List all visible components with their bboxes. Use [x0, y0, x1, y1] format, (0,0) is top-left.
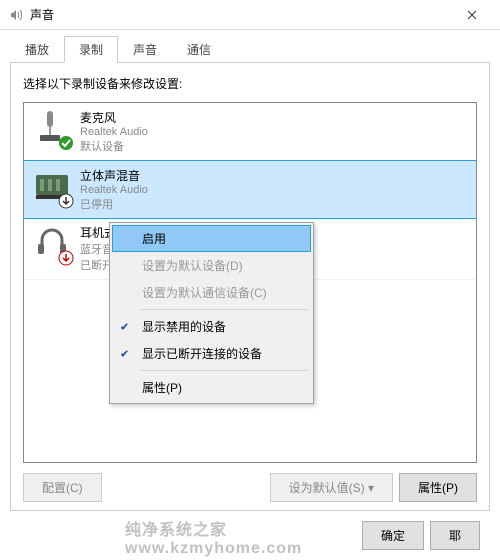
device-status: 已停用: [80, 196, 148, 212]
sound-icon: [8, 7, 24, 23]
device-vendor: Realtek Audio: [80, 184, 148, 196]
tab-bar: 播放 录制 声音 通信: [10, 36, 490, 63]
menu-show-disabled[interactable]: ✔ 显示禁用的设备: [112, 313, 311, 340]
device-item-stereomix[interactable]: 立体声混音 Realtek Audio 已停用: [23, 160, 477, 219]
menu-set-default[interactable]: 设置为默认设备(D): [112, 252, 311, 279]
dialog-button-row: 确定 耶: [10, 511, 490, 550]
mixer-icon: [32, 167, 72, 207]
tab-sounds[interactable]: 声音: [118, 36, 172, 63]
check-icon: ✔: [120, 320, 129, 333]
menu-set-default-comm[interactable]: 设置为默认通信设备(C): [112, 279, 311, 306]
configure-button[interactable]: 配置(C): [23, 473, 102, 502]
device-item-microphone[interactable]: 麦克风 Realtek Audio 默认设备: [24, 103, 476, 161]
tab-playback[interactable]: 播放: [10, 36, 64, 63]
disconnect-red-icon: [58, 250, 74, 266]
titlebar: 声音: [0, 0, 500, 30]
default-check-icon: [58, 135, 74, 151]
context-menu: 启用 设置为默认设备(D) 设置为默认通信设备(C) ✔ 显示禁用的设备 ✔ 显…: [109, 222, 314, 404]
close-button[interactable]: [452, 0, 492, 30]
window-title: 声音: [30, 6, 452, 23]
chevron-down-icon: ▾: [368, 481, 374, 495]
menu-enable[interactable]: 启用: [112, 225, 311, 252]
menu-separator: [140, 309, 309, 310]
cancel-button[interactable]: 耶: [430, 521, 480, 550]
menu-show-disconnected[interactable]: ✔ 显示已断开连接的设备: [112, 340, 311, 367]
microphone-icon: [32, 109, 72, 149]
disabled-down-icon: [58, 193, 74, 209]
properties-button[interactable]: 属性(P): [399, 473, 477, 502]
instruction-text: 选择以下录制设备来修改设置:: [23, 75, 477, 92]
device-status: 默认设备: [80, 138, 148, 154]
menu-properties[interactable]: 属性(P): [112, 374, 311, 401]
device-name: 立体声混音: [80, 167, 148, 184]
tab-communications[interactable]: 通信: [172, 36, 226, 63]
set-default-button[interactable]: 设为默认值(S) ▾: [270, 473, 393, 502]
panel-button-row: 配置(C) 设为默认值(S) ▾ 属性(P): [23, 473, 477, 502]
tab-recording[interactable]: 录制: [64, 36, 118, 63]
ok-button[interactable]: 确定: [362, 521, 424, 550]
menu-separator: [140, 370, 309, 371]
check-icon: ✔: [120, 347, 129, 360]
device-name: 麦克风: [80, 109, 148, 126]
device-vendor: Realtek Audio: [80, 126, 148, 138]
headset-icon: [32, 224, 72, 264]
